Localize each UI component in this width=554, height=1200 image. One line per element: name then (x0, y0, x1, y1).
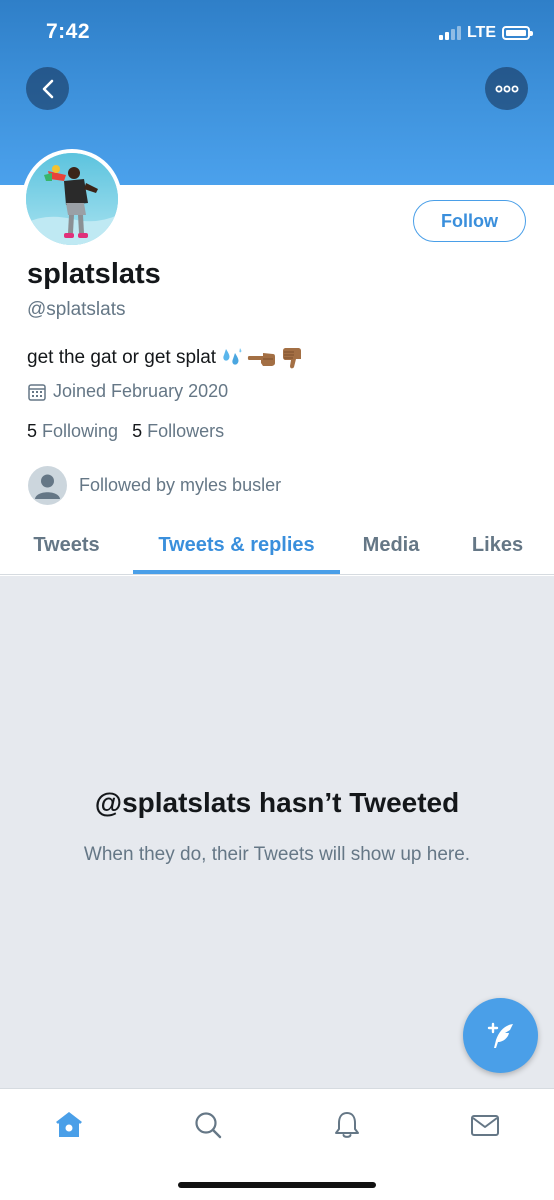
nav-home[interactable] (51, 1107, 87, 1143)
tab-tweets-and-replies[interactable]: Tweets & replies (133, 516, 340, 574)
followed-by-row[interactable]: Followed by myles busler (28, 466, 281, 505)
chevron-left-icon (42, 79, 53, 98)
follower-avatar (28, 466, 67, 505)
mail-icon (471, 1115, 499, 1136)
status-indicators: LTE (438, 22, 533, 44)
home-icon (56, 1112, 82, 1137)
tab-tweets[interactable]: Tweets (8, 516, 125, 574)
bell-icon (335, 1112, 359, 1138)
followed-by-text: Followed by myles busler (79, 475, 282, 495)
calendar-icon (28, 383, 46, 401)
following-link[interactable]: 5 Following (27, 421, 118, 442)
default-user-icon (35, 474, 60, 499)
home-indicator (178, 1182, 376, 1188)
followers-label: Followers (147, 421, 225, 441)
follow-counts: 5 Following 5 Followers (27, 421, 224, 442)
tab-media[interactable]: Media (345, 516, 437, 574)
profile-display-name: splatslats (27, 258, 161, 290)
empty-state-subtitle: When they do, their Tweets will show up … (83, 844, 471, 865)
profile-bio: get the gat or get splat (27, 345, 306, 371)
splash-emoji-icon (223, 348, 242, 365)
empty-state-title: @splatslats hasn’t Tweeted (94, 787, 460, 818)
compose-feather-icon (487, 1022, 513, 1048)
compose-tweet-button[interactable] (463, 998, 538, 1073)
profile-tabs: Tweets Tweets & replies Media Likes (0, 516, 554, 575)
joined-date: Joined February 2020 (27, 381, 228, 402)
more-options-button[interactable] (485, 67, 528, 110)
nav-notifications[interactable] (329, 1107, 365, 1143)
more-dots-icon (495, 85, 518, 92)
followers-link[interactable]: 5 Followers (132, 421, 224, 442)
nav-search[interactable] (190, 1107, 226, 1143)
nav-messages[interactable] (467, 1107, 503, 1143)
bio-text: get the gat or get splat (27, 347, 217, 368)
active-tab-indicator (133, 570, 340, 574)
battery-icon (502, 26, 533, 40)
follow-button[interactable]: Follow (413, 200, 526, 242)
pointing-left-emoji-icon (247, 353, 276, 366)
network-label: LTE (466, 24, 496, 41)
profile-avatar[interactable] (22, 149, 122, 249)
back-button[interactable] (26, 67, 69, 110)
status-time: 7:42 (46, 20, 91, 43)
tab-likes[interactable]: Likes (455, 516, 540, 574)
avatar-image (26, 153, 118, 245)
signal-icon (438, 26, 461, 40)
profile-handle: @splatslats (27, 299, 126, 320)
joined-text: Joined February 2020 (53, 381, 229, 401)
bio-emojis (220, 345, 306, 371)
search-icon (195, 1112, 222, 1139)
following-count: 5 (27, 421, 38, 441)
following-label: Following (42, 421, 119, 441)
followers-count: 5 (132, 421, 143, 441)
thumbs-down-emoji-icon (283, 348, 302, 369)
